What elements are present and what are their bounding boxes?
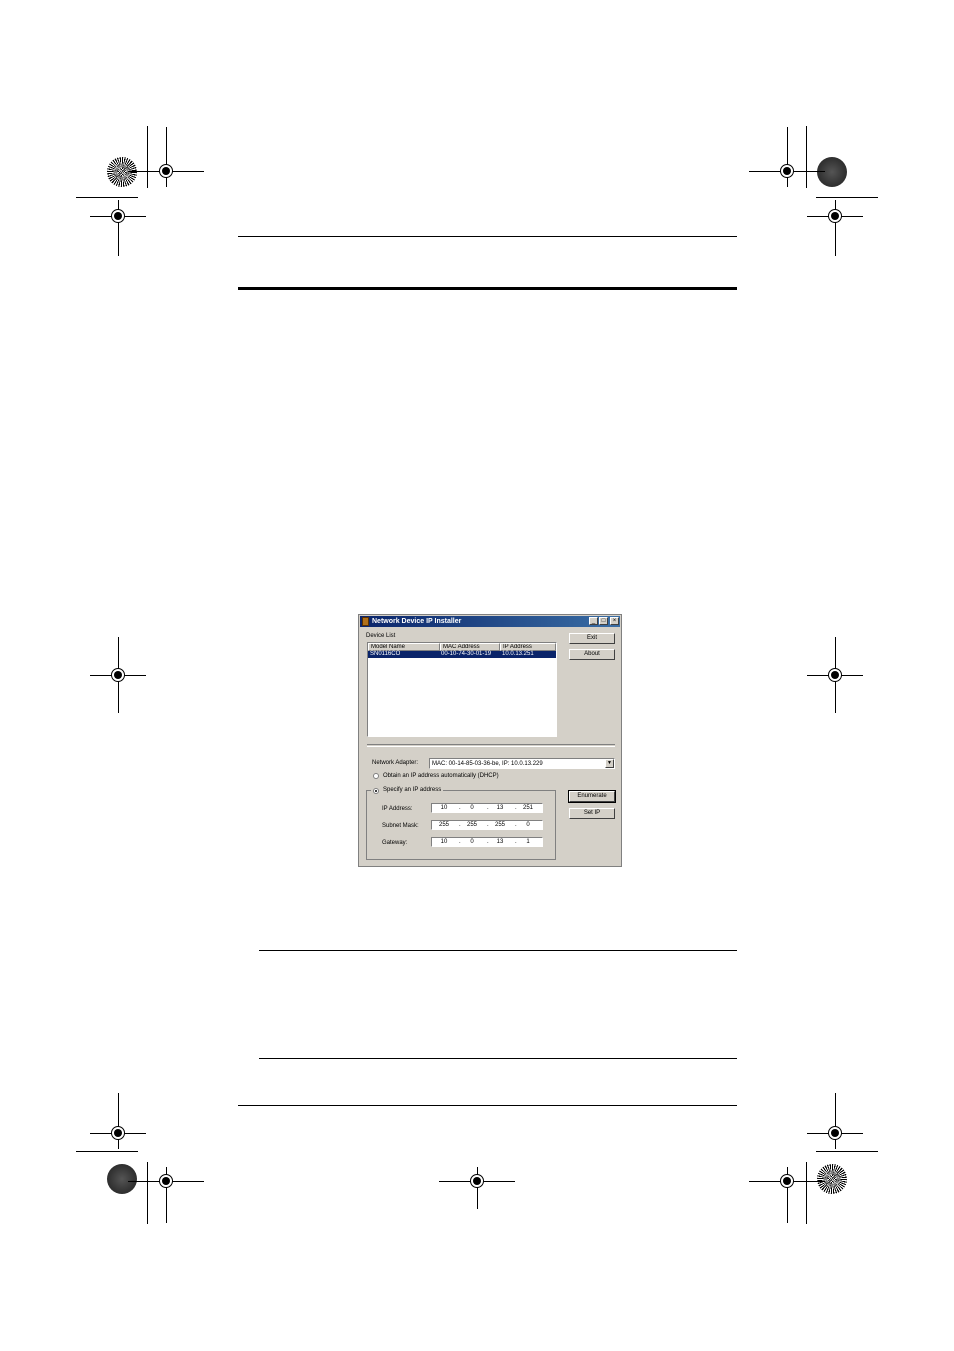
specify-ip-radio[interactable] <box>373 788 379 794</box>
ip-installer-dialog: Network Device IP Installer _ □ × Device… <box>358 614 622 867</box>
gateway-label: Gateway: <box>382 840 408 846</box>
octet-separator: . <box>487 839 489 845</box>
chevron-down-icon[interactable]: ▼ <box>605 759 614 768</box>
specify-ip-label[interactable]: Specify an IP address <box>383 787 441 793</box>
table-row[interactable]: SN0116CO 00-10-74-30-01-19 10.0.13.251 <box>368 651 556 658</box>
ip-octet: 13 <box>496 805 504 811</box>
column-header-ip-address[interactable]: IP Address <box>500 643 556 651</box>
network-adapter-value: MAC: 00-14-85-03-36-be, IP: 10.0.13.229 <box>432 761 543 767</box>
network-adapter-label: Network Adapter: <box>372 760 419 766</box>
octet-separator: . <box>515 822 517 828</box>
maximize-button[interactable]: □ <box>599 617 608 625</box>
exit-button[interactable]: Exit <box>569 633 615 644</box>
note-rule-bottom <box>259 1058 737 1059</box>
footer-rule <box>238 1105 737 1106</box>
cell-model-name: SN0116CO <box>370 651 401 657</box>
octet-separator: . <box>487 805 489 811</box>
crop-mark <box>147 1162 148 1224</box>
window-title: Network Device IP Installer <box>372 618 462 625</box>
registration-rosette-icon <box>817 1164 847 1194</box>
crop-mark <box>76 197 138 198</box>
registration-rosette-icon <box>817 157 847 187</box>
note-rule-top <box>259 950 737 951</box>
column-header-mac-address[interactable]: MAC Address <box>440 643 500 651</box>
close-button[interactable]: × <box>610 617 619 625</box>
app-icon <box>362 617 369 626</box>
subnet-mask-input[interactable]: 255 . 255 . 255 . 0 <box>431 820 543 830</box>
crop-mark <box>147 126 148 188</box>
gateway-octet: 0 <box>470 839 474 845</box>
octet-separator: . <box>515 839 517 845</box>
title-bar[interactable]: Network Device IP Installer _ □ × <box>360 616 620 627</box>
dhcp-radio[interactable] <box>373 773 379 779</box>
cell-ip-address: 10.0.13.251 <box>502 651 534 657</box>
octet-separator: . <box>487 822 489 828</box>
set-ip-button[interactable]: Set IP <box>569 808 615 819</box>
minimize-button[interactable]: _ <box>589 617 598 625</box>
about-button[interactable]: About <box>569 649 615 660</box>
dhcp-label[interactable]: Obtain an IP address automatically (DHCP… <box>383 772 499 780</box>
crop-mark <box>76 1151 138 1152</box>
crop-mark <box>816 1151 878 1152</box>
ip-address-label: IP Address: <box>382 806 413 812</box>
ip-octet: 10 <box>440 805 448 811</box>
registration-rosette-icon <box>107 157 137 187</box>
octet-separator: . <box>459 822 461 828</box>
specify-ip-legend: Specify an IP address <box>371 786 444 795</box>
device-list[interactable]: Model Name MAC Address IP Address SN0116… <box>367 642 557 737</box>
specify-ip-group: Specify an IP address IP Address: 10 . 0… <box>366 786 556 860</box>
octet-separator: . <box>459 805 461 811</box>
mask-octet: 255 <box>494 822 505 828</box>
octet-separator: . <box>515 805 517 811</box>
crop-mark <box>816 197 878 198</box>
gateway-octet: 1 <box>526 839 530 845</box>
registration-rosette-icon <box>107 1164 137 1194</box>
gateway-octet: 13 <box>496 839 504 845</box>
mask-octet: 0 <box>526 822 530 828</box>
gateway-input[interactable]: 10 . 0 . 13 . 1 <box>431 837 543 847</box>
header-rule-thin <box>238 236 737 237</box>
octet-separator: . <box>459 839 461 845</box>
mask-octet: 255 <box>466 822 477 828</box>
progress-separator <box>367 744 615 747</box>
subnet-mask-label: Subnet Mask: <box>382 823 419 829</box>
column-header-model-name[interactable]: Model Name <box>368 643 440 651</box>
ip-address-input[interactable]: 10 . 0 . 13 . 251 <box>431 803 543 813</box>
ip-octet: 251 <box>522 805 533 811</box>
crop-mark <box>806 1162 807 1224</box>
device-list-label: Device List <box>366 633 396 639</box>
gateway-octet: 10 <box>440 839 448 845</box>
crop-mark <box>806 126 807 188</box>
cell-mac-address: 00-10-74-30-01-19 <box>441 651 492 657</box>
ip-octet: 0 <box>470 805 474 811</box>
header-rule-thick <box>238 287 737 290</box>
mask-octet: 255 <box>438 822 449 828</box>
enumerate-button[interactable]: Enumerate <box>568 790 616 803</box>
network-adapter-select[interactable]: MAC: 00-14-85-03-36-be, IP: 10.0.13.229 … <box>429 758 615 769</box>
